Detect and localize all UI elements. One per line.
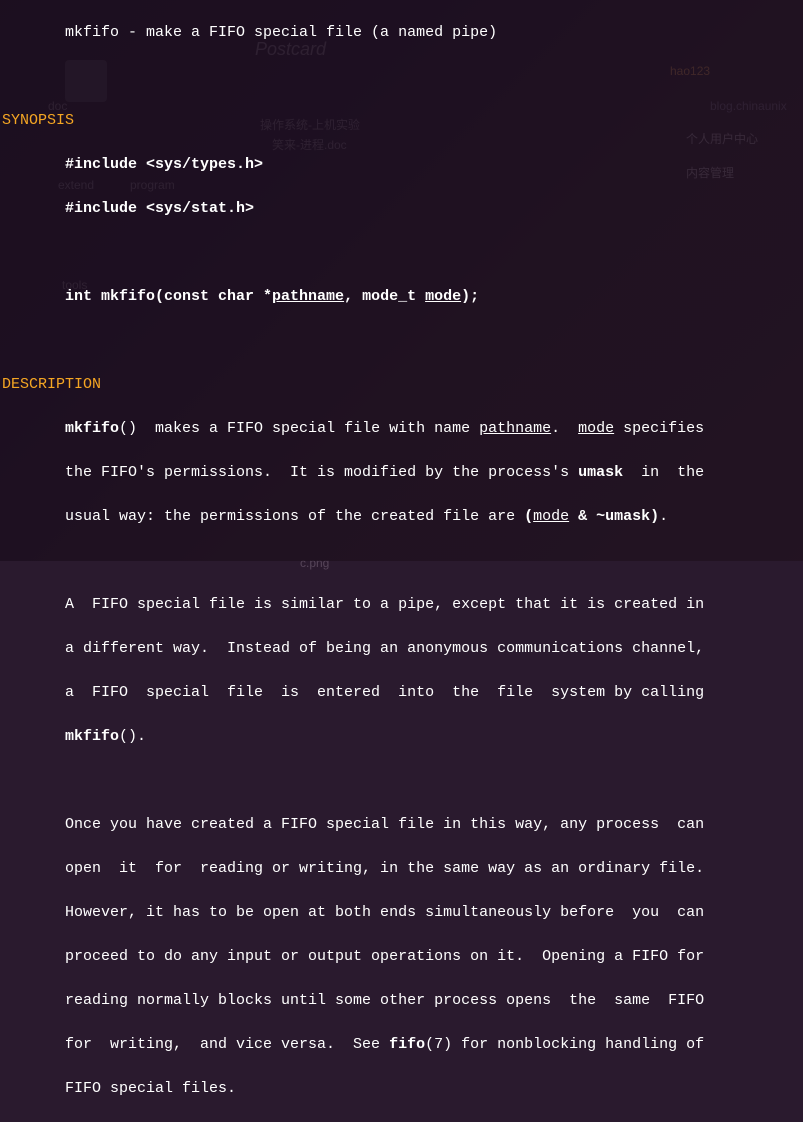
func-name: mkfifo xyxy=(65,728,119,745)
description-text: open it for reading or writing, in the s… xyxy=(2,860,704,877)
signature-mid: , mode_t xyxy=(344,288,425,305)
include-line: #include <sys/stat.h> xyxy=(2,200,254,217)
description-text: However, it has to be open at both ends … xyxy=(2,904,704,921)
include-line: #include <sys/types.h> xyxy=(2,156,263,173)
description-text: FIFO special files. xyxy=(2,1080,236,1097)
term-umask: umask xyxy=(578,464,623,481)
arg-pathname: pathname xyxy=(479,420,551,437)
description-text: A FIFO special file is similar to a pipe… xyxy=(2,596,704,613)
signature-arg-pathname: pathname xyxy=(272,288,344,305)
func-name: mkfifo xyxy=(65,420,119,437)
section-heading-synopsis: SYNOPSIS xyxy=(2,112,74,129)
man-name-line: mkfifo - make a FIFO special file (a nam… xyxy=(2,24,497,41)
description-text: a different way. Instead of being an ano… xyxy=(2,640,704,657)
ref-fifo: fifo xyxy=(389,1036,425,1053)
description-text: reading normally blocks until some other… xyxy=(2,992,704,1009)
signature-end: ); xyxy=(461,288,479,305)
section-heading-description: DESCRIPTION xyxy=(2,376,101,393)
man-page-viewer[interactable]: mkfifo - make a FIFO special file (a nam… xyxy=(0,0,803,561)
description-text: a FIFO special file is entered into the … xyxy=(2,684,704,701)
description-text: Once you have created a FIFO special fil… xyxy=(2,816,704,833)
description-text: proceed to do any input or output operat… xyxy=(2,948,704,965)
signature-arg-mode: mode xyxy=(425,288,461,305)
arg-mode: mode xyxy=(578,420,614,437)
signature-prefix: int mkfifo(const char * xyxy=(2,288,272,305)
